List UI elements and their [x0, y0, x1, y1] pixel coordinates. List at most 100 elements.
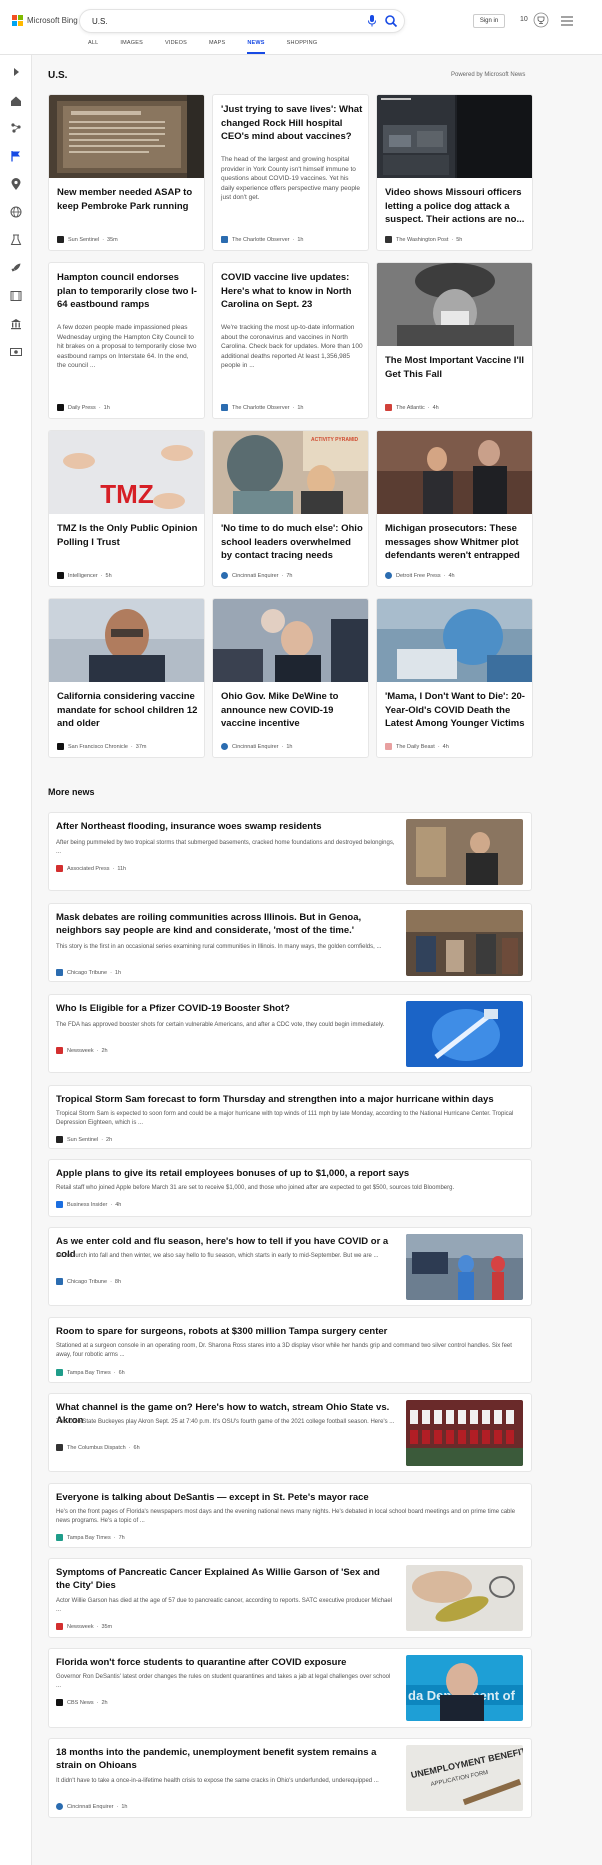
- news-source[interactable]: Tampa Bay Times: [67, 1535, 111, 1541]
- rewards-trophy-icon[interactable]: [533, 12, 549, 28]
- news-card[interactable]: California considering vaccine mandate f…: [48, 598, 205, 758]
- tab-maps[interactable]: MAPS: [209, 40, 225, 54]
- news-source[interactable]: Cincinnati Enquirer: [67, 1804, 113, 1810]
- news-thumbnail: [406, 1001, 523, 1067]
- tab-all[interactable]: ALL: [88, 40, 98, 54]
- news-list-item[interactable]: Who Is Eligible for a Pfizer COVID-19 Bo…: [48, 994, 532, 1073]
- news-card[interactable]: COVID vaccine live updates: Here's what …: [212, 262, 369, 419]
- science-icon[interactable]: [9, 233, 23, 247]
- hamburger-menu-icon[interactable]: [560, 15, 574, 27]
- card-source[interactable]: Cincinnati Enquirer: [232, 573, 278, 579]
- news-source[interactable]: Business Insider: [67, 1202, 107, 1208]
- news-headline[interactable]: Apple plans to give its retail employees…: [56, 1167, 526, 1180]
- news-list-item[interactable]: After Northeast flooding, insurance woes…: [48, 812, 532, 891]
- news-headline[interactable]: Tropical Storm Sam forecast to form Thur…: [56, 1093, 526, 1106]
- card-source[interactable]: Intelligencer: [68, 573, 98, 579]
- news-list-item[interactable]: 18 months into the pandemic, unemploymen…: [48, 1738, 532, 1818]
- card-footer: San Francisco Chronicle · 37m: [57, 743, 146, 750]
- card-headline[interactable]: 'Just trying to save lives': What change…: [221, 103, 363, 144]
- news-headline[interactable]: Mask debates are roiling communities acr…: [56, 911, 396, 937]
- microphone-icon[interactable]: [366, 14, 378, 28]
- card-time: 37m: [135, 743, 147, 750]
- card-headline[interactable]: Michigan prosecutors: These messages sho…: [385, 522, 527, 563]
- flag-icon[interactable]: [9, 149, 23, 163]
- card-headline[interactable]: California considering vaccine mandate f…: [57, 690, 199, 731]
- search-box[interactable]: [80, 10, 404, 32]
- card-headline[interactable]: Ohio Gov. Mike DeWine to announce new CO…: [221, 690, 363, 731]
- globe-icon[interactable]: [9, 205, 23, 219]
- card-headline[interactable]: The Most Important Vaccine I'll Get This…: [385, 354, 527, 381]
- news-list-item[interactable]: Florida won't force students to quaranti…: [48, 1648, 532, 1728]
- card-headline[interactable]: 'No time to do much else': Ohio school l…: [221, 522, 363, 563]
- card-source[interactable]: Detroit Free Press: [396, 573, 441, 579]
- news-list-item[interactable]: Tropical Storm Sam forecast to form Thur…: [48, 1085, 532, 1149]
- news-list-item[interactable]: Everyone is talking about DeSantis — exc…: [48, 1483, 532, 1548]
- news-card[interactable]: Video shows Missouri officers letting a …: [376, 94, 533, 251]
- news-list-item[interactable]: Apple plans to give its retail employees…: [48, 1159, 532, 1217]
- news-source[interactable]: Chicago Tribune: [67, 1279, 107, 1285]
- card-source[interactable]: The Charlotte Observer: [232, 237, 289, 243]
- search-icon[interactable]: [384, 14, 398, 28]
- money-icon[interactable]: [9, 345, 23, 359]
- card-source[interactable]: San Francisco Chronicle: [68, 744, 128, 750]
- card-source[interactable]: Sun Sentinel: [68, 237, 99, 243]
- card-headline[interactable]: New member needed ASAP to keep Pembroke …: [57, 186, 199, 213]
- news-card[interactable]: 'Mama, I Don't Want to Die': 20-Year-Old…: [376, 598, 533, 758]
- news-headline[interactable]: Who Is Eligible for a Pfizer COVID-19 Bo…: [56, 1002, 396, 1015]
- card-source[interactable]: The Washington Post: [396, 237, 448, 243]
- tab-images[interactable]: IMAGES: [120, 40, 143, 54]
- news-card[interactable]: New member needed ASAP to keep Pembroke …: [48, 94, 205, 251]
- topics-icon[interactable]: [9, 121, 23, 135]
- news-source[interactable]: Newsweek: [67, 1048, 94, 1054]
- news-source[interactable]: CBS News: [67, 1700, 94, 1706]
- news-card[interactable]: Hampton council endorses plan to tempora…: [48, 262, 205, 419]
- entertainment-icon[interactable]: [9, 289, 23, 303]
- card-headline[interactable]: 'Mama, I Don't Want to Die': 20-Year-Old…: [385, 690, 527, 731]
- card-headline[interactable]: TMZ Is the Only Public Opinion Polling I…: [57, 522, 199, 549]
- card-headline[interactable]: COVID vaccine live updates: Here's what …: [221, 271, 363, 312]
- news-source[interactable]: Associated Press: [67, 866, 110, 872]
- news-card[interactable]: Michigan prosecutors: These messages sho…: [376, 430, 533, 587]
- news-summary: After being pummeled by two tropical sto…: [56, 840, 395, 855]
- news-summary: The Ohio State Buckeyes play Akron Sept.…: [56, 1419, 395, 1425]
- bing-logo[interactable]: Microsoft Bing: [12, 15, 78, 26]
- news-list-item[interactable]: What channel is the game on? Here's how …: [48, 1393, 532, 1472]
- rocket-icon[interactable]: [9, 261, 23, 275]
- tab-videos[interactable]: VIDEOS: [165, 40, 187, 54]
- news-headline[interactable]: Symptoms of Pancreatic Cancer Explained …: [56, 1566, 396, 1592]
- card-headline[interactable]: Video shows Missouri officers letting a …: [385, 186, 527, 227]
- news-card[interactable]: TMZ TMZ Is the Only Public Opinion Polli…: [48, 430, 205, 587]
- news-headline[interactable]: Room to spare for surgeons, robots at $3…: [56, 1325, 526, 1338]
- news-source[interactable]: Newsweek: [67, 1624, 94, 1630]
- search-input[interactable]: [92, 15, 332, 27]
- location-icon[interactable]: [9, 177, 23, 191]
- news-source[interactable]: Tampa Bay Times: [67, 1370, 111, 1376]
- news-headline[interactable]: After Northeast flooding, insurance woes…: [56, 820, 396, 833]
- home-icon[interactable]: [9, 94, 23, 108]
- news-headline[interactable]: Everyone is talking about DeSantis — exc…: [56, 1491, 526, 1504]
- card-source[interactable]: The Daily Beast: [396, 744, 435, 750]
- news-card[interactable]: 'Just trying to save lives': What change…: [212, 94, 369, 251]
- news-headline[interactable]: 18 months into the pandemic, unemploymen…: [56, 1746, 396, 1772]
- news-card[interactable]: ACTIVITY PYRAMID 'No time to do much els…: [212, 430, 369, 587]
- news-list-item[interactable]: As we enter cold and flu season, here's …: [48, 1227, 532, 1306]
- news-source[interactable]: Sun Sentinel: [67, 1137, 98, 1143]
- news-card[interactable]: The Most Important Vaccine I'll Get This…: [376, 262, 533, 419]
- card-source[interactable]: The Atlantic: [396, 405, 425, 411]
- building-icon[interactable]: [9, 317, 23, 331]
- news-list-item[interactable]: Symptoms of Pancreatic Cancer Explained …: [48, 1558, 532, 1638]
- tab-news[interactable]: NEWS: [247, 40, 265, 54]
- card-headline[interactable]: Hampton council endorses plan to tempora…: [57, 271, 199, 312]
- sign-in-button[interactable]: Sign in: [473, 14, 505, 28]
- news-source[interactable]: Chicago Tribune: [67, 970, 107, 976]
- news-list-item[interactable]: Room to spare for surgeons, robots at $3…: [48, 1317, 532, 1383]
- news-source[interactable]: The Columbus Dispatch: [67, 1445, 126, 1451]
- news-headline[interactable]: Florida won't force students to quaranti…: [56, 1656, 396, 1669]
- expand-icon[interactable]: [9, 65, 23, 79]
- card-source[interactable]: The Charlotte Observer: [232, 405, 289, 411]
- card-source[interactable]: Daily Press: [68, 405, 96, 411]
- tab-shopping[interactable]: SHOPPING: [287, 40, 318, 54]
- news-list-item[interactable]: Mask debates are roiling communities acr…: [48, 903, 532, 982]
- card-source[interactable]: Cincinnati Enquirer: [232, 744, 278, 750]
- news-card[interactable]: Ohio Gov. Mike DeWine to announce new CO…: [212, 598, 369, 758]
